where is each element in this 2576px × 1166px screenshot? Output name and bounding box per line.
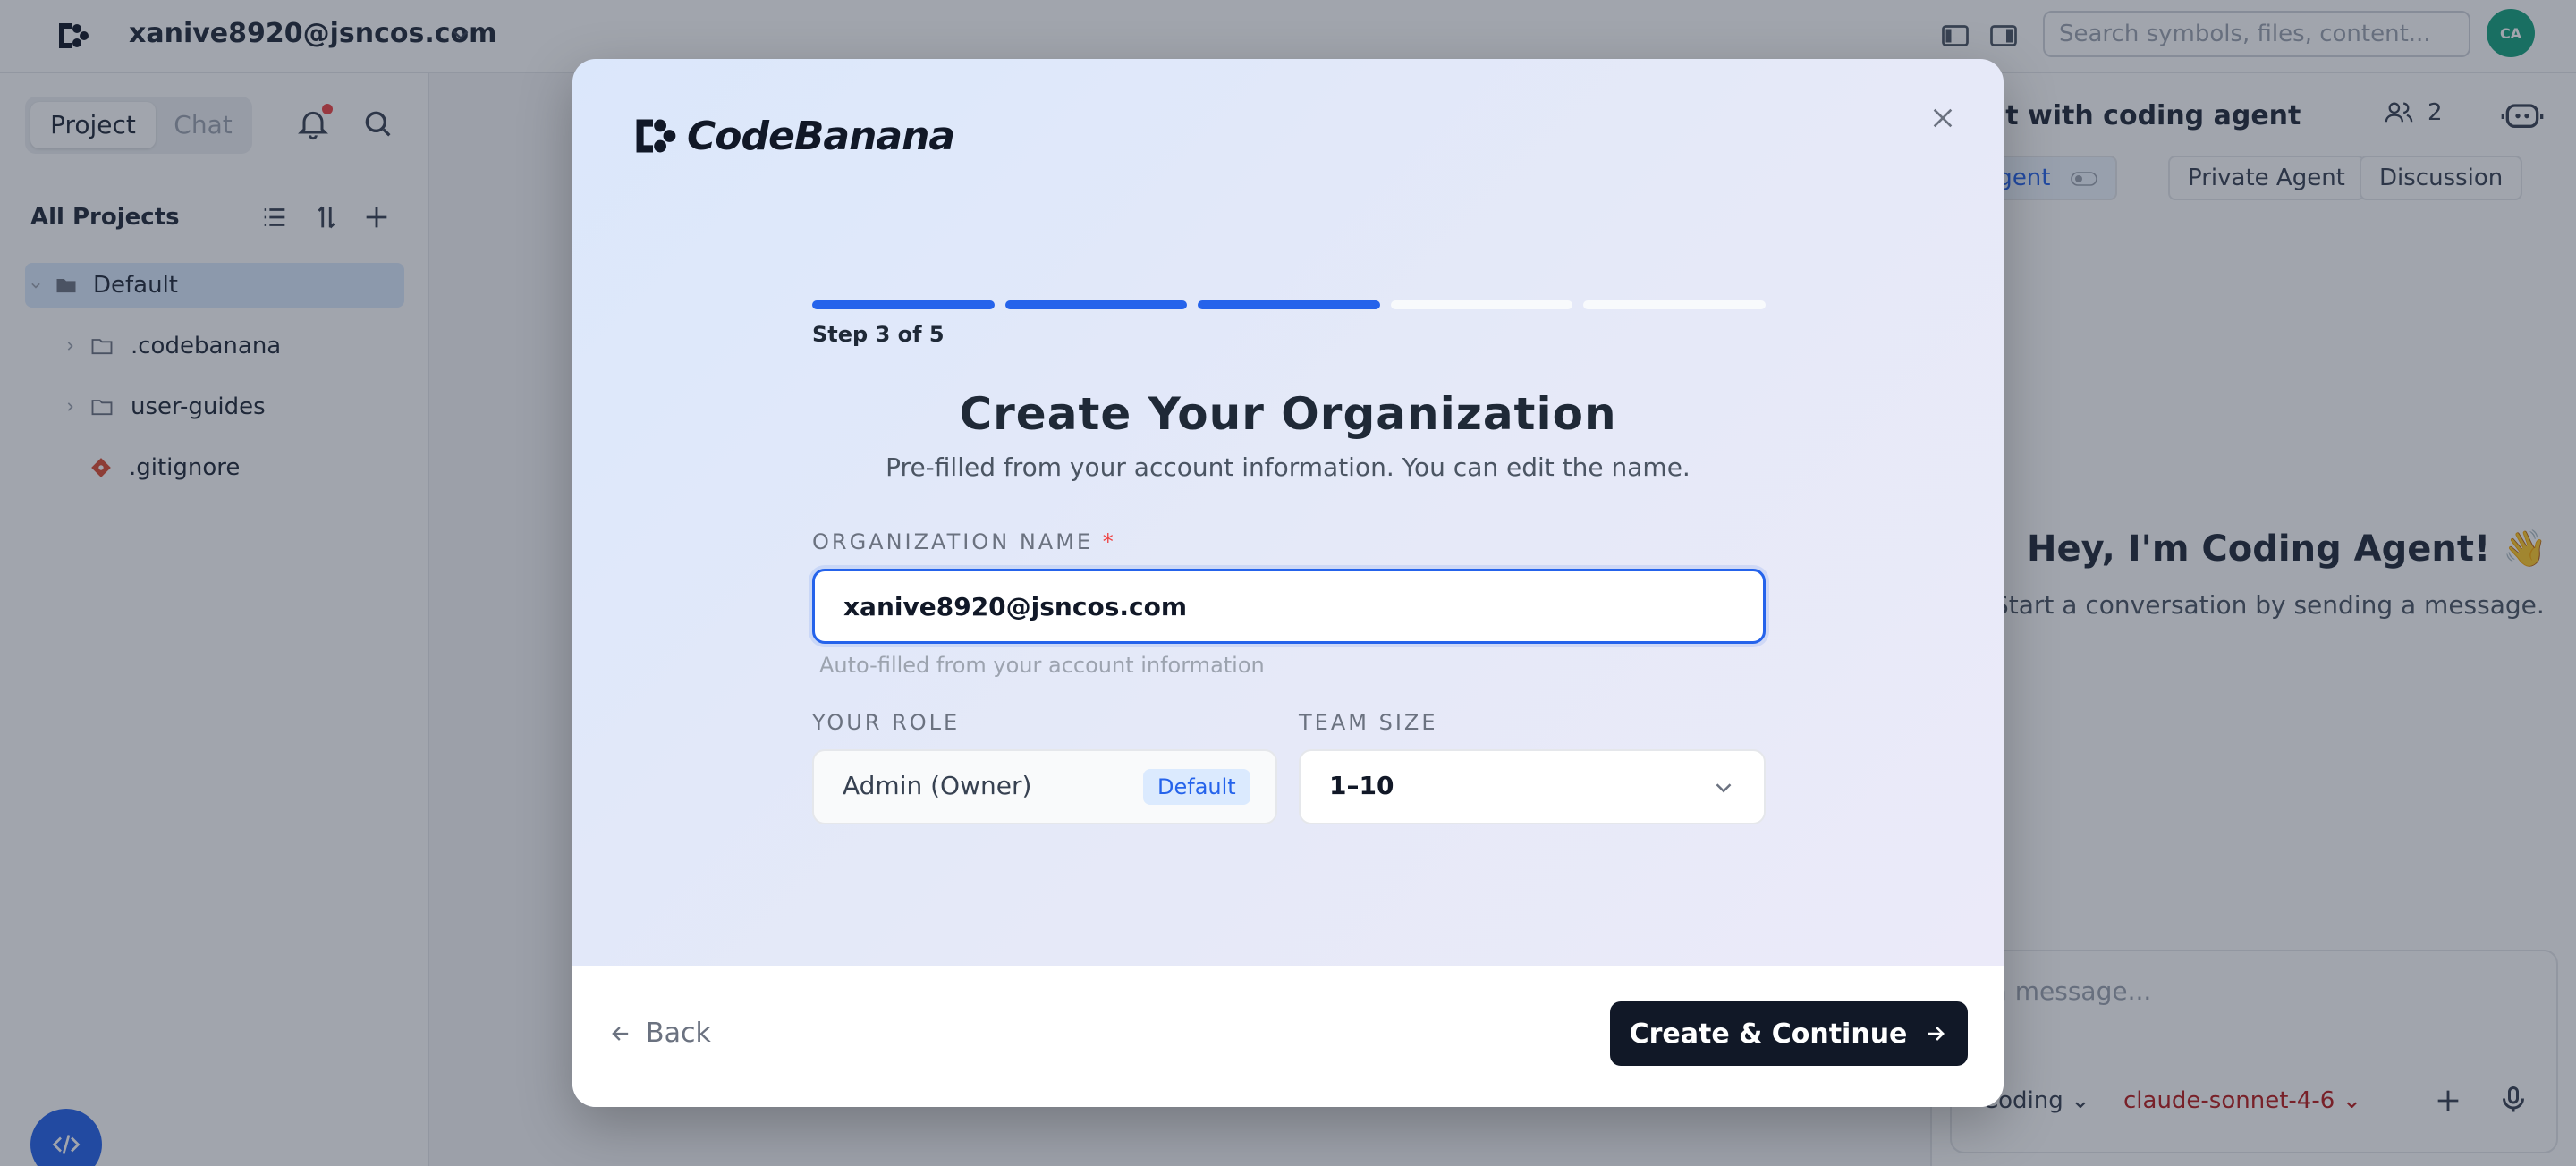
- required-marker: *: [1102, 529, 1116, 554]
- back-label: Back: [646, 1018, 711, 1049]
- brand-name: CodeBanana: [687, 113, 955, 159]
- create-continue-button[interactable]: Create & Continue: [1610, 1001, 1968, 1066]
- progress-segment: [812, 300, 995, 309]
- back-button[interactable]: Back: [608, 1018, 711, 1049]
- org-name-helper: Auto-filled from your account informatio…: [819, 653, 1265, 678]
- org-name-input[interactable]: [815, 571, 1763, 641]
- arrow-left-icon: [612, 1026, 629, 1041]
- dialog-title: Create Your Organization: [959, 388, 1617, 440]
- org-name-field[interactable]: [812, 569, 1766, 644]
- codebanana-logo-icon: [636, 119, 676, 153]
- org-name-label: ORGANIZATION NAME *: [812, 529, 1116, 554]
- role-label: YOUR ROLE: [812, 710, 961, 735]
- step-label: Step 3 of 5: [812, 322, 945, 347]
- team-size-label: TEAM SIZE: [1299, 710, 1438, 735]
- progress-segment: [1198, 300, 1380, 309]
- role-value: Admin (Owner): [843, 771, 1032, 800]
- chevron-down-icon: [1716, 783, 1732, 793]
- progress-segment: [1390, 300, 1573, 309]
- close-icon[interactable]: [1928, 104, 1957, 132]
- role-field: Admin (Owner) Default: [812, 749, 1277, 824]
- progress-segment: [1004, 300, 1188, 309]
- brand: CodeBanana: [628, 109, 955, 163]
- team-size-value: 1–10: [1329, 771, 1394, 800]
- step-progress: [812, 300, 1766, 309]
- arrow-right-icon: [1928, 1027, 1945, 1041]
- create-organization-dialog: CodeBanana Step 3 of 5 Create Your Organ…: [572, 59, 2004, 1107]
- dialog-subtitle: Pre-filled from your account information…: [886, 452, 1690, 482]
- dialog-footer: Back Create & Continue: [572, 966, 2004, 1107]
- progress-segment: [1583, 300, 1766, 309]
- org-name-label-text: ORGANIZATION NAME: [812, 529, 1094, 554]
- create-continue-label: Create & Continue: [1629, 1018, 1908, 1050]
- status-badge: Default: [1143, 769, 1250, 805]
- team-size-select[interactable]: 1–10: [1299, 749, 1766, 824]
